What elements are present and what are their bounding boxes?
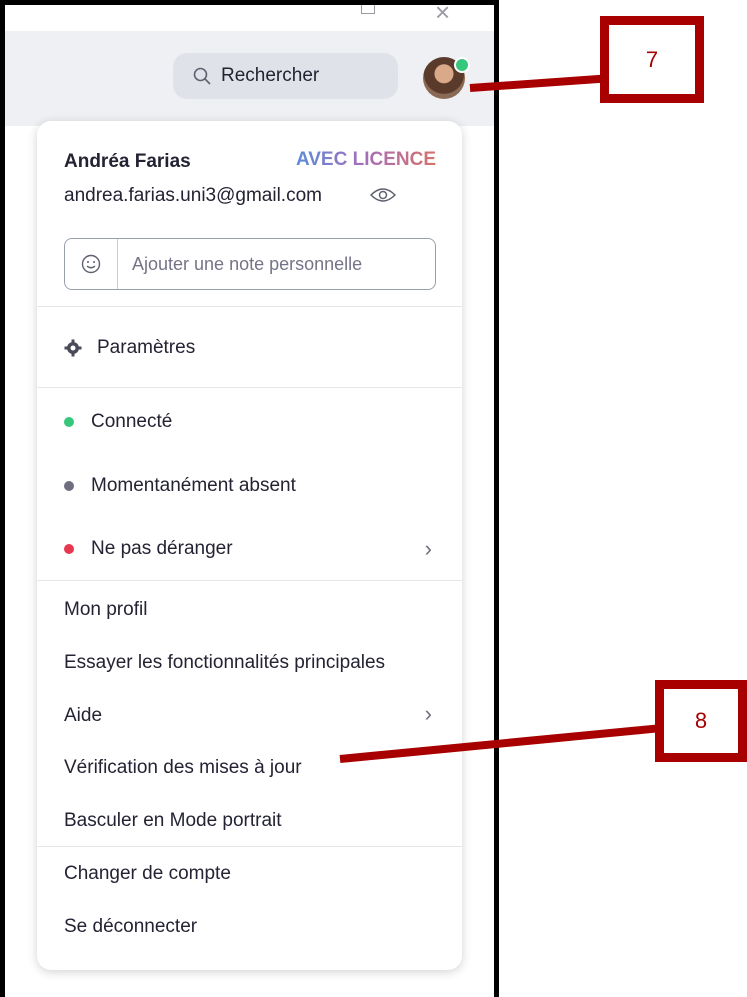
check-updates-label: Vérification des mises à jour: [64, 757, 302, 778]
help-item[interactable]: Aide: [64, 705, 102, 727]
license-badge: AVEC LICENCE: [295, 149, 436, 170]
personal-note-field[interactable]: Ajouter une note personnelle: [64, 238, 436, 290]
status-online-label: Connecté: [91, 411, 173, 432]
emoji-icon[interactable]: [65, 239, 118, 289]
try-features-label: Essayer les fonctionnalités principales: [64, 652, 386, 673]
annotation-7-label: 7: [645, 46, 659, 72]
divider: [37, 387, 462, 388]
settings-item[interactable]: Paramètres: [64, 337, 195, 359]
online-status-icon: [64, 417, 74, 427]
settings-label: Paramètres: [97, 337, 196, 358]
divider: [37, 580, 462, 581]
check-updates-item[interactable]: Vérification des mises à jour: [64, 757, 302, 779]
annotation-7: 7: [600, 16, 704, 103]
annotation-8: 8: [655, 680, 747, 762]
switch-account-label: Changer de compte: [64, 863, 231, 884]
status-away-item[interactable]: Momentanément absent: [64, 475, 296, 497]
switch-account-item[interactable]: Changer de compte: [64, 863, 231, 885]
portrait-mode-item[interactable]: Basculer en Mode portrait: [64, 810, 282, 832]
search-label: Rechercher: [221, 65, 320, 86]
search-button[interactable]: Rechercher: [173, 53, 398, 99]
status-online-item[interactable]: Connecté: [64, 411, 172, 433]
try-features-item[interactable]: Essayer les fonctionnalités principales: [64, 652, 385, 674]
chevron-right-icon: ›: [424, 701, 432, 726]
divider: [37, 846, 462, 847]
presence-indicator: [454, 57, 470, 73]
annotation-8-label: 8: [694, 708, 708, 733]
app-window: × Rechercher Andréa Farias AVEC LICENCE …: [0, 0, 499, 997]
portrait-mode-label: Basculer en Mode portrait: [64, 810, 282, 831]
status-away-label: Momentanément absent: [91, 475, 296, 496]
sign-out-item[interactable]: Se déconnecter: [64, 916, 197, 938]
divider: [37, 306, 462, 307]
personal-note-placeholder: Ajouter une note personnelle: [132, 253, 363, 274]
restore-window-icon[interactable]: [361, 5, 375, 14]
status-dnd-label: Ne pas déranger: [91, 538, 233, 559]
do-not-disturb-icon: [64, 544, 74, 554]
help-label: Aide: [64, 705, 103, 726]
sign-out-label: Se déconnecter: [64, 916, 198, 937]
away-status-icon: [64, 481, 74, 491]
profile-email: andrea.farias.uni3@gmail.com: [64, 185, 322, 206]
close-window-icon[interactable]: ×: [435, 5, 450, 28]
search-icon: [193, 67, 211, 85]
gear-icon: [64, 339, 82, 357]
chevron-right-icon: ›: [424, 536, 432, 561]
profile-menu: Andréa Farias AVEC LICENCE andrea.farias…: [37, 121, 462, 970]
status-dnd-item[interactable]: Ne pas déranger: [64, 538, 233, 560]
eye-icon[interactable]: [370, 187, 396, 203]
profile-name: Andréa Farias: [64, 151, 191, 172]
my-profile-item[interactable]: Mon profil: [64, 599, 147, 621]
my-profile-label: Mon profil: [64, 599, 148, 620]
